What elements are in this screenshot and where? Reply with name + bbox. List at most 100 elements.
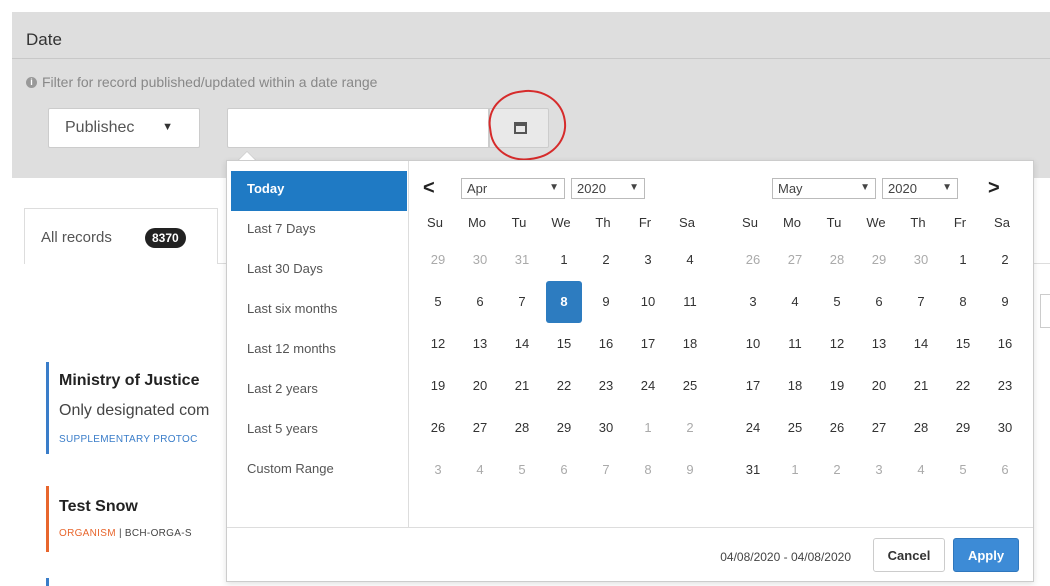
calendar-day[interactable]: 28 — [819, 245, 855, 275]
calendar-day[interactable]: 16 — [588, 329, 624, 359]
calendar-day[interactable]: 1 — [777, 455, 813, 485]
calendar-day[interactable]: 1 — [945, 245, 981, 275]
calendar-day[interactable]: 30 — [903, 245, 939, 275]
calendar-day[interactable]: 14 — [903, 329, 939, 359]
range-option[interactable]: Last 2 years — [231, 371, 407, 411]
calendar-day[interactable]: 17 — [630, 329, 666, 359]
range-option[interactable]: Last 7 Days — [231, 211, 407, 251]
calendar-day[interactable]: 6 — [546, 455, 582, 485]
calendar-day[interactable]: 28 — [903, 413, 939, 443]
record-card[interactable]: Test Snow ORGANISM | BCH-ORGA-S — [46, 486, 246, 552]
calendar-day[interactable]: 2 — [819, 455, 855, 485]
calendar-day[interactable]: 2 — [987, 245, 1023, 275]
calendar-day[interactable]: 12 — [420, 329, 456, 359]
calendar-day[interactable]: 4 — [672, 245, 708, 275]
calendar-day[interactable]: 24 — [735, 413, 771, 443]
calendar-day[interactable]: 7 — [588, 455, 624, 485]
calendar-day[interactable]: 4 — [903, 455, 939, 485]
calendar-day[interactable]: 19 — [819, 371, 855, 401]
calendar-day[interactable]: 14 — [504, 329, 540, 359]
calendar-day[interactable]: 15 — [945, 329, 981, 359]
calendar-day[interactable]: 5 — [819, 287, 855, 317]
calendar-day[interactable]: 31 — [504, 245, 540, 275]
calendar-day[interactable]: 1 — [546, 245, 582, 275]
calendar-day[interactable]: 13 — [861, 329, 897, 359]
calendar-day[interactable]: 11 — [672, 287, 708, 317]
calendar-day[interactable]: 17 — [735, 371, 771, 401]
calendar-day[interactable]: 7 — [903, 287, 939, 317]
date-type-select[interactable]: Publishec ▼ — [48, 108, 200, 148]
calendar-day[interactable]: 9 — [588, 287, 624, 317]
calendar-day[interactable]: 22 — [945, 371, 981, 401]
calendar-day[interactable]: 29 — [420, 245, 456, 275]
calendar-day[interactable]: 27 — [462, 413, 498, 443]
calendar-day[interactable]: 20 — [462, 371, 498, 401]
calendar-day[interactable]: 28 — [504, 413, 540, 443]
calendar-day[interactable]: 13 — [462, 329, 498, 359]
calendar-day[interactable]: 27 — [861, 413, 897, 443]
calendar-day[interactable]: 4 — [462, 455, 498, 485]
calendar-day[interactable]: 26 — [735, 245, 771, 275]
record-card[interactable]: Ministry of Justice Only designated com … — [46, 362, 246, 454]
calendar-day[interactable]: 6 — [987, 455, 1023, 485]
year-select-right[interactable]: 2020 ▼ — [882, 178, 958, 199]
calendar-day[interactable]: 29 — [861, 245, 897, 275]
calendar-day[interactable]: 25 — [777, 413, 813, 443]
calendar-day[interactable]: 8 — [630, 455, 666, 485]
calendar-day[interactable]: 9 — [672, 455, 708, 485]
calendar-day[interactable]: 5 — [420, 287, 456, 317]
calendar-day[interactable]: 30 — [987, 413, 1023, 443]
calendar-day[interactable]: 3 — [861, 455, 897, 485]
calendar-day[interactable]: 23 — [987, 371, 1023, 401]
calendar-day[interactable]: 24 — [630, 371, 666, 401]
calendar-day[interactable]: 9 — [987, 287, 1023, 317]
calendar-day[interactable]: 31 — [735, 455, 771, 485]
calendar-day[interactable]: 25 — [672, 371, 708, 401]
range-option[interactable]: Custom Range — [231, 451, 407, 491]
month-select-right[interactable]: May ▼ — [772, 178, 876, 199]
calendar-day[interactable]: 16 — [987, 329, 1023, 359]
calendar-day[interactable]: 19 — [420, 371, 456, 401]
calendar-day[interactable]: 23 — [588, 371, 624, 401]
calendar-day[interactable]: 2 — [672, 413, 708, 443]
calendar-day[interactable]: 8 — [945, 287, 981, 317]
calendar-day[interactable]: 4 — [777, 287, 813, 317]
calendar-day[interactable]: 15 — [546, 329, 582, 359]
calendar-day[interactable]: 10 — [735, 329, 771, 359]
calendar-day[interactable]: 18 — [672, 329, 708, 359]
calendar-day[interactable]: 22 — [546, 371, 582, 401]
calendar-day[interactable]: 30 — [462, 245, 498, 275]
calendar-day[interactable]: 26 — [420, 413, 456, 443]
calendar-day[interactable]: 3 — [420, 455, 456, 485]
calendar-day[interactable]: 30 — [588, 413, 624, 443]
year-select-left[interactable]: 2020 ▼ — [571, 178, 645, 199]
calendar-day[interactable]: 29 — [546, 413, 582, 443]
calendar-day[interactable]: 2 — [588, 245, 624, 275]
calendar-day[interactable]: 3 — [630, 245, 666, 275]
calendar-day[interactable]: 21 — [903, 371, 939, 401]
calendar-day[interactable]: 18 — [777, 371, 813, 401]
cancel-button[interactable]: Cancel — [873, 538, 945, 572]
prev-month-icon[interactable]: < — [423, 177, 435, 200]
range-option[interactable]: Last six months — [231, 291, 407, 331]
calendar-day[interactable]: 20 — [861, 371, 897, 401]
calendar-day[interactable]: 5 — [504, 455, 540, 485]
calendar-day[interactable]: 3 — [735, 287, 771, 317]
range-option[interactable]: Last 30 Days — [231, 251, 407, 291]
date-range-input[interactable] — [227, 108, 489, 148]
calendar-day[interactable]: 1 — [630, 413, 666, 443]
selected-day[interactable]: 8 — [546, 281, 582, 323]
calendar-day[interactable]: 5 — [945, 455, 981, 485]
calendar-day[interactable]: 29 — [945, 413, 981, 443]
range-option[interactable]: Today — [231, 171, 407, 211]
calendar-day[interactable]: 6 — [462, 287, 498, 317]
calendar-day[interactable]: 11 — [777, 329, 813, 359]
range-option[interactable]: Last 12 months — [231, 331, 407, 371]
calendar-day[interactable]: 26 — [819, 413, 855, 443]
range-option[interactable]: Last 5 years — [231, 411, 407, 451]
calendar-day[interactable]: 10 — [630, 287, 666, 317]
calendar-day[interactable]: 6 — [861, 287, 897, 317]
apply-button[interactable]: Apply — [953, 538, 1019, 572]
month-select-left[interactable]: Apr ▼ — [461, 178, 565, 199]
calendar-day[interactable]: 12 — [819, 329, 855, 359]
